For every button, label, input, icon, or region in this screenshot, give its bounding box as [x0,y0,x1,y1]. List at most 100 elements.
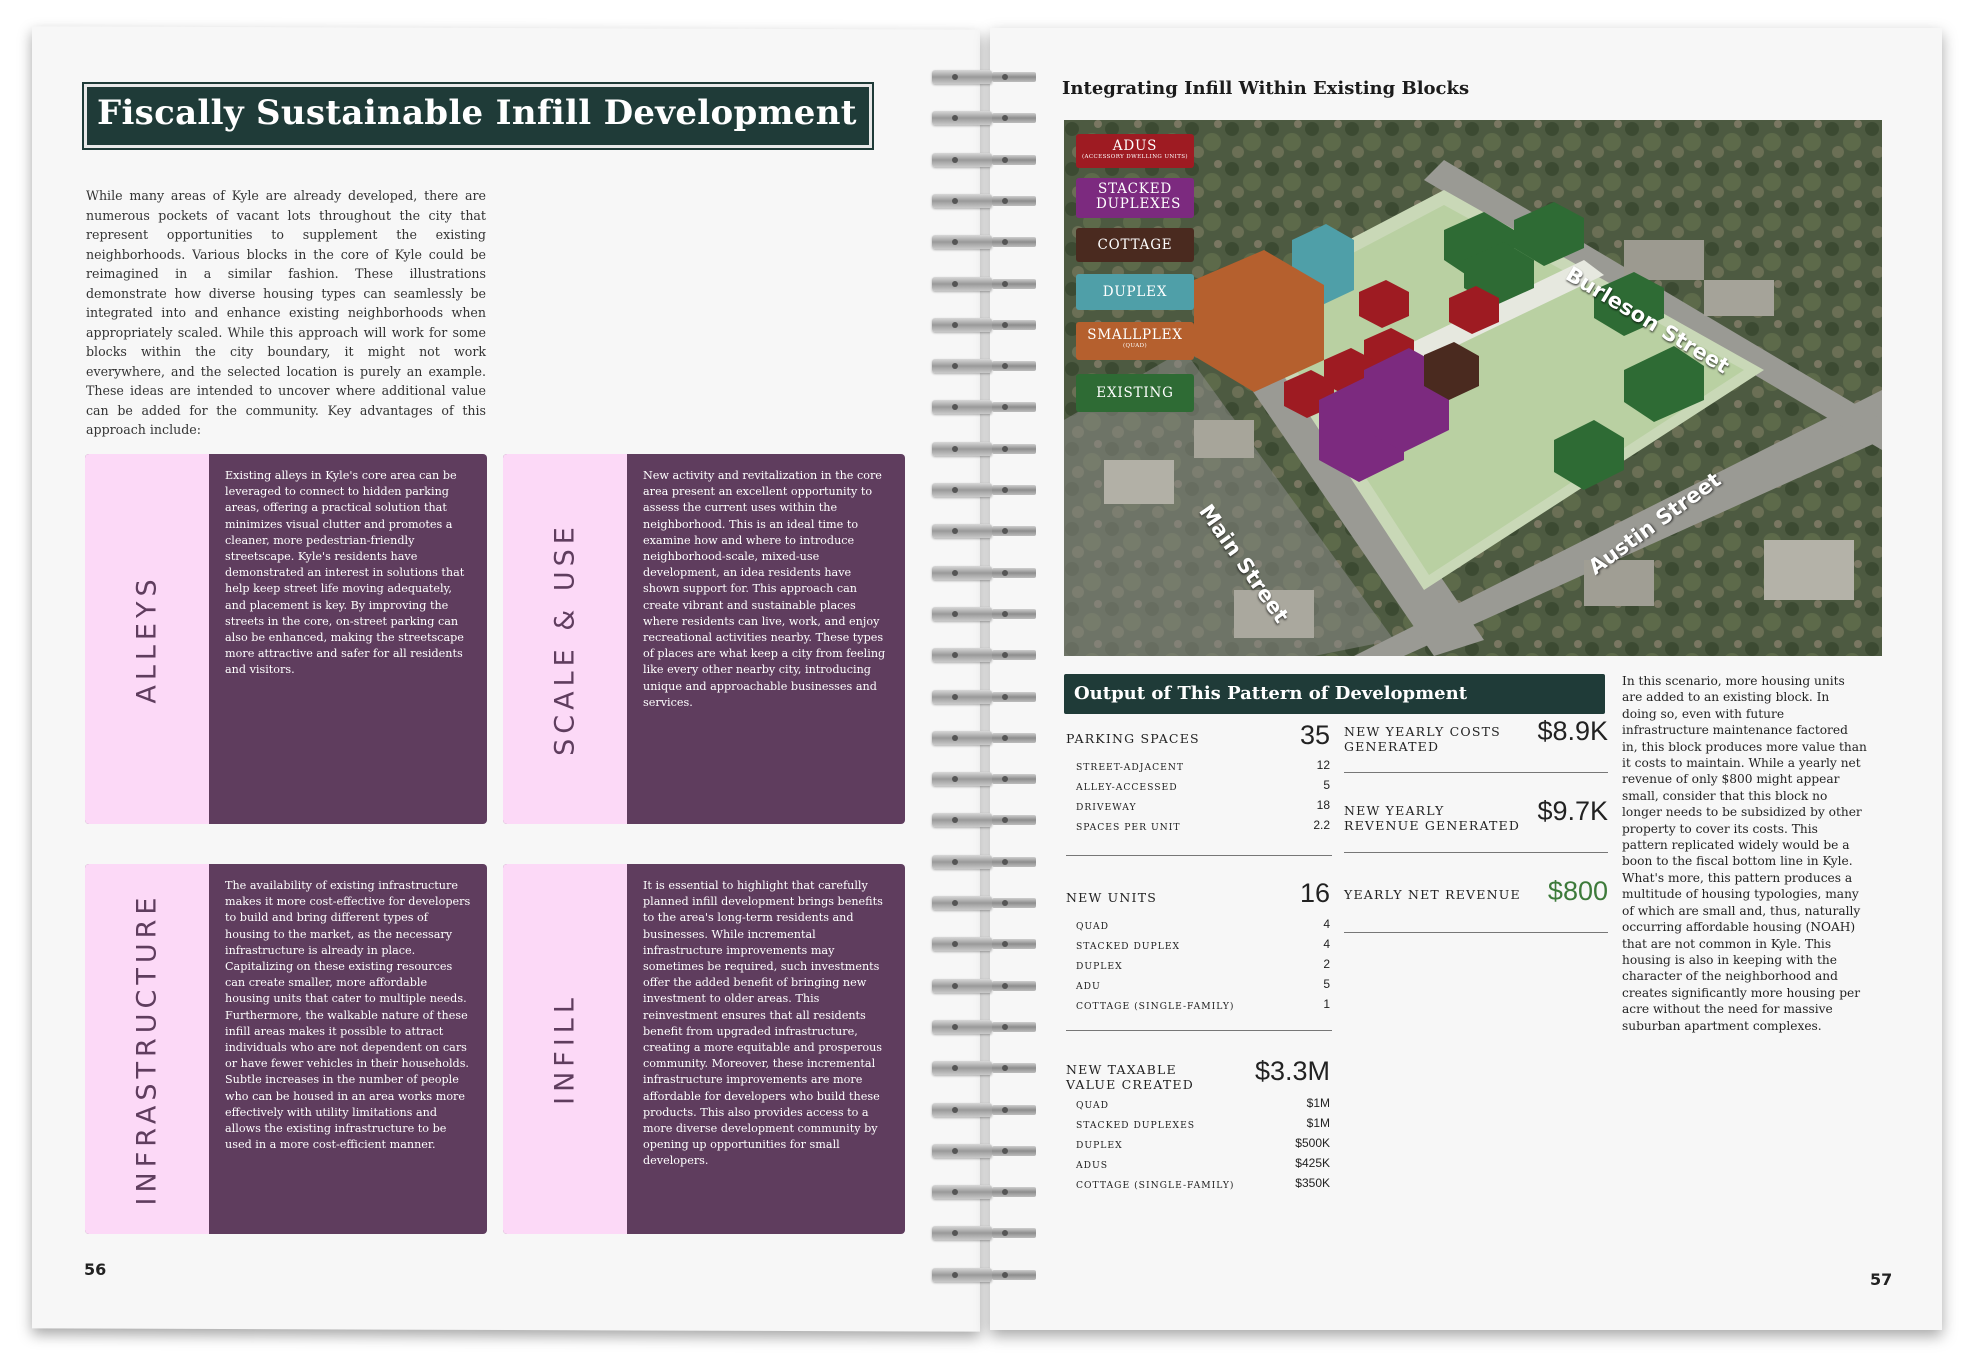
ring-hole [1002,156,1008,163]
ring-right [992,1269,1036,1280]
legend-sublabel: (QUAD) [1122,343,1148,349]
ring-hole [1002,982,1008,989]
legend-label: DUPLEX [1102,284,1168,300]
net-revenue-label: YEARLY NET REVENUE [1344,887,1521,902]
ring-hole [1002,900,1008,906]
card-label: INFRASTRUCTURE [131,892,163,1206]
ring-left [932,276,992,291]
ring-right [992,319,1036,330]
ring-left [932,235,992,250]
ring-right [992,113,1036,124]
ring-right [992,237,1036,248]
ring-right [992,485,1036,495]
page-number-right: 57 [1870,1270,1893,1289]
ring-right [992,361,1036,372]
ring-hole [952,156,958,163]
taxable-item-value: $1M [1306,1116,1330,1130]
ring-hole [952,487,958,493]
legend-adus: ADUS (ACCESSORY DWELLING UNITS) [1076,134,1194,168]
ring-hole [952,321,958,328]
ring-left [932,606,992,621]
spiral-ring [932,235,1042,250]
card-label: SCALE & USE [549,522,581,756]
taxable-label-line1: NEW TAXABLE [1066,1062,1177,1077]
divider [1344,772,1608,773]
spiral-ring [932,400,1042,415]
taxable-item-label: COTTAGE (SINGLE-FAMILY) [1076,1180,1235,1191]
ring-left [932,400,992,415]
spiral-ring [932,606,1042,621]
units-item-label: ADU [1076,981,1101,992]
units-item-label: DUPLEX [1076,961,1123,972]
parking-item-label: ALLEY-ACCESSED [1076,782,1178,793]
ring-left [932,1102,992,1117]
ring-right [992,732,1036,743]
spiral-ring [932,524,1042,539]
ring-right [992,856,1036,867]
units-item-label: QUAD [1076,921,1109,932]
ring-left [932,359,992,374]
spiral-ring [932,937,1042,952]
ring-hole [952,197,958,204]
ring-hole [1002,487,1008,493]
taxable-item-label: ADUS [1076,1160,1109,1171]
ring-left [932,111,992,126]
spiral-ring [932,70,1042,84]
spiral-ring [932,813,1042,828]
spiral-ring [932,772,1042,787]
spiral-ring [932,648,1042,663]
ring-hole [952,280,958,287]
legend-label: STACKED DUPLEXES [1096,181,1182,212]
ring-hole [1002,197,1008,204]
ring-right [992,1187,1036,1198]
legend-label: SMALLPLEX [1087,327,1183,343]
ring-hole [952,858,958,865]
ring-hole [1002,445,1008,452]
parking-item-label: SPACES PER UNIT [1076,822,1181,833]
ring-right [992,402,1036,413]
ring-left [932,1143,992,1158]
spiral-ring [932,317,1042,332]
taxable-label-line2: VALUE CREATED [1066,1077,1194,1092]
ring-left [932,896,992,910]
card-text: It is essential to highlight that carefu… [643,879,883,1168]
spiral-ring [932,359,1042,374]
spiral-ring [932,441,1042,456]
costs-label-line1: NEW YEARLY COSTS [1344,724,1501,739]
taxable-value: $3.3M [1254,1056,1330,1086]
ring-hole [952,1023,958,1030]
ring-left [932,193,992,208]
parking-item-label: STREET-ADJACENT [1076,762,1185,773]
units-value: 16 [1299,878,1330,908]
page-number-left: 56 [84,1260,107,1279]
ring-hole [952,569,958,576]
ring-hole [1002,321,1008,328]
ring-left [932,937,992,952]
card-text: New activity and revitalization in the c… [643,469,886,709]
ring-left [932,1185,992,1200]
spiral-ring [932,193,1042,208]
net-revenue-value: $800 [1547,876,1608,906]
spiral-ring [932,152,1042,167]
spiral-ring [932,730,1042,745]
ring-left [932,441,992,456]
spiral-ring [932,1267,1042,1282]
ring-right [992,278,1036,289]
spiral-ring [932,111,1042,126]
spiral-ring [932,1061,1042,1076]
ring-hole [1002,693,1008,700]
ring-right [992,567,1036,578]
ring-left [932,70,992,84]
ring-right [992,608,1036,619]
units-item-value: 1 [1323,997,1330,1011]
ring-left [932,565,992,580]
ring-hole [952,900,958,906]
ring-left [932,1267,992,1282]
ring-right [992,691,1036,702]
ring-hole [952,610,958,617]
taxable-label: NEW TAXABLE VALUE CREATED [1066,1062,1194,1092]
units-item-value: 5 [1323,977,1330,991]
ring-left [932,1226,992,1241]
ring-right [992,72,1036,82]
parking-item-value: 12 [1316,758,1330,772]
